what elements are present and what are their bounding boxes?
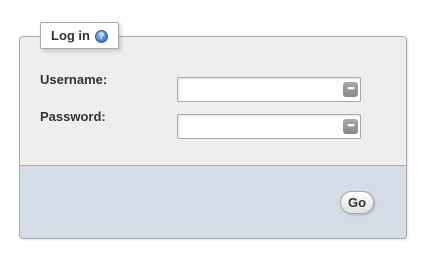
login-legend: Log in ? [40,22,119,49]
password-input[interactable] [177,114,361,139]
login-title: Log in [51,28,90,43]
password-manager-icon[interactable]: ••• [343,119,358,134]
go-button[interactable]: Go [340,191,374,214]
username-input[interactable] [177,77,361,102]
help-icon[interactable]: ? [95,30,108,43]
password-label: Password: [40,109,106,124]
username-label: Username: [40,72,108,87]
password-manager-icon[interactable]: ••• [343,82,358,97]
